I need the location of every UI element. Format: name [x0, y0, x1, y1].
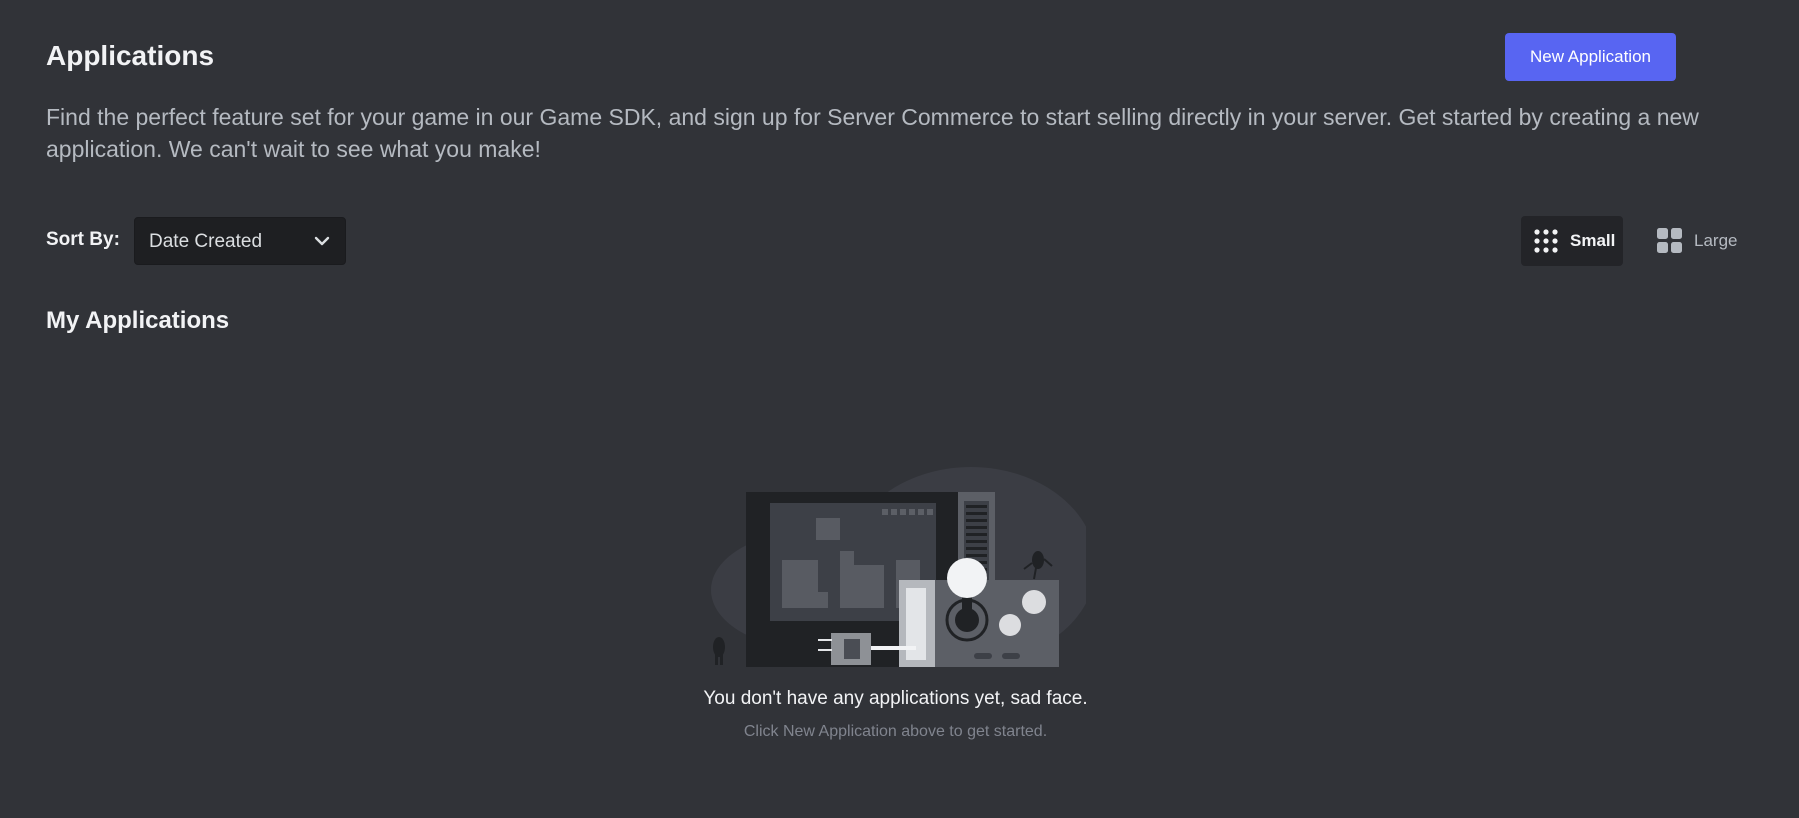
- sort-by-value: Date Created: [149, 231, 263, 252]
- sort-by-label: Sort By:: [46, 229, 120, 250]
- view-large-button[interactable]: Large: [1645, 216, 1745, 266]
- page-title: Applications: [46, 40, 215, 71]
- empty-state-subtitle: Click New Application above to get start…: [743, 723, 1048, 740]
- chevron-down-icon: [314, 236, 330, 246]
- view-large-label: Large: [1694, 231, 1738, 250]
- empty-state-illustration: [711, 467, 1086, 667]
- sort-by-select[interactable]: Date Created: [134, 217, 346, 265]
- small-grid-icon: [1534, 229, 1558, 253]
- view-small-label: Small: [1570, 231, 1616, 250]
- new-application-button[interactable]: New Application: [1505, 33, 1676, 81]
- applications-page: Applications New Application Find the pe…: [0, 0, 1799, 818]
- large-grid-icon: [1657, 228, 1682, 253]
- view-small-button[interactable]: Small: [1521, 216, 1623, 266]
- page-description: Find the perfect feature set for your ga…: [46, 104, 1699, 162]
- empty-state-title: You don't have any applications yet, sad…: [703, 688, 1088, 709]
- my-applications-heading: My Applications: [46, 307, 230, 334]
